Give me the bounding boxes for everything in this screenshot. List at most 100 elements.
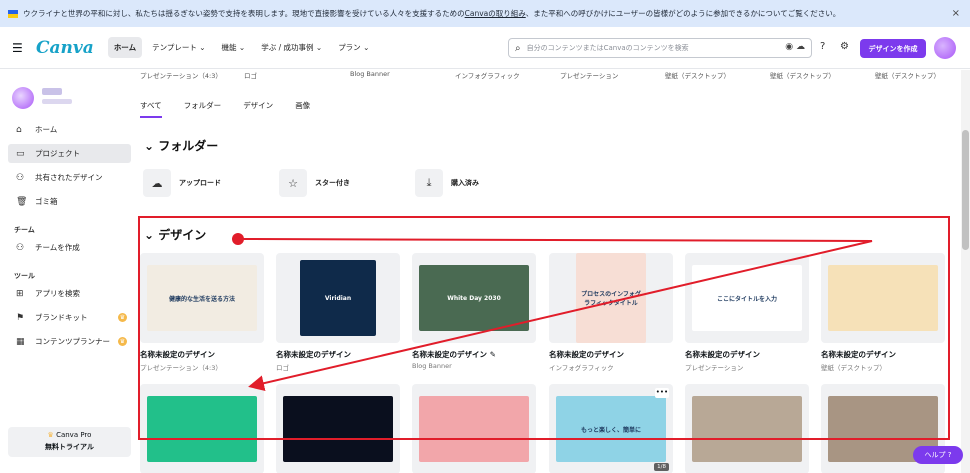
filter-tabs: すべて フォルダー デザイン 画像 [140, 100, 332, 118]
designs-heading[interactable]: ⌄ デザイン [144, 226, 206, 243]
crown-icon: ♛ [118, 337, 127, 346]
page-count-badge: 1/8 [654, 463, 669, 471]
design-thumbnail[interactable]: プロセスのインフォグラフィックタイトル [549, 253, 673, 343]
design-title[interactable]: 名称未設定のデザイン [685, 349, 809, 360]
avatar[interactable] [934, 37, 956, 59]
sidebar-item-label: ホーム [35, 125, 58, 134]
pro-line2: 無料トライアル [45, 443, 94, 451]
tab-images[interactable]: 画像 [295, 100, 310, 118]
design-thumbnail[interactable] [276, 384, 400, 473]
apps-icon: ⊞ [16, 288, 24, 299]
help-icon[interactable]: ? [820, 41, 825, 52]
sidebar-item-create-team[interactable]: ⚇ チームを作成 [8, 238, 131, 257]
design-thumbnail[interactable]: White Day 2030 [412, 253, 536, 343]
design-card[interactable]: 名称未設定のデザイン 壁紙（デスクトップ） [821, 253, 945, 372]
design-title[interactable]: 名称未設定のデザイン [140, 349, 264, 360]
design-card[interactable]: 健康的な生活を送る方法 名称未設定のデザイン プレゼンテーション（4:3） [140, 253, 264, 372]
design-thumbnail[interactable]: 健康的な生活を送る方法 [140, 253, 264, 343]
create-design-button[interactable]: デザインを作成 [860, 39, 926, 58]
design-title[interactable]: 名称未設定のデザイン ✎ [412, 349, 536, 360]
design-card[interactable]: Viridian 名称未設定のデザイン ロゴ [276, 253, 400, 372]
canva-logo[interactable]: Canva [36, 38, 94, 58]
main-nav: ホーム テンプレート ⌄ 機能 ⌄ 学ぶ / 成功事例 ⌄ プラン ⌄ [107, 37, 380, 58]
tab-all[interactable]: すべて [140, 100, 162, 118]
design-thumbnail[interactable] [140, 384, 264, 473]
nav-templates[interactable]: テンプレート ⌄ [146, 37, 211, 58]
design-thumbnail[interactable]: ここにタイトルを入力 [685, 253, 809, 343]
sidebar-item-content-planner[interactable]: ▦ コンテンツプランナー ♛ [8, 332, 131, 351]
sidebar: ⌂ ホーム ▭ プロジェクト ⚇ 共有されたデザイン 🗑 ゴミ箱 チーム ⚇ チ… [0, 70, 138, 473]
design-thumbnail[interactable]: もっと楽しく、簡単に ••• 1/8 [549, 384, 673, 473]
close-icon[interactable]: × [952, 8, 960, 19]
canva-pro-trial[interactable]: ♛ Canva Pro 無料トライアル [8, 427, 131, 457]
cloud-upload-icon: ☁ [143, 169, 171, 197]
sidebar-item-label: ゴミ箱 [35, 197, 58, 206]
gear-icon[interactable]: ⚙ [840, 41, 849, 52]
menu-icon[interactable]: ☰ [12, 41, 26, 55]
design-card[interactable]: プロセスのインフォグラフィックタイトル 名称未設定のデザイン インフォグラフィック [549, 253, 673, 372]
search-input[interactable]: ⌕ 自分のコンテンツまたはCanvaのコンテンツを検索 ◉ ☁ [508, 38, 812, 58]
tab-folders[interactable]: フォルダー [184, 100, 222, 118]
design-thumbnail[interactable] [821, 253, 945, 343]
arrow-start-dot [232, 233, 244, 245]
search-icon: ⌕ [515, 42, 521, 54]
design-preview: ここにタイトルを入力 [692, 265, 802, 331]
user-plan-blurred [42, 99, 72, 104]
design-card[interactable]: もっと楽しく、簡単に ••• 1/8 [549, 384, 673, 473]
folder-starred[interactable]: ☆ スター付き [279, 168, 403, 198]
design-title[interactable]: 名称未設定のデザイン [549, 349, 673, 360]
calendar-icon: ▦ [16, 336, 25, 347]
folder-icon: ▭ [16, 148, 25, 159]
more-options-icon[interactable]: ••• [655, 388, 669, 398]
folders-title: フォルダー [158, 139, 219, 153]
nav-learn[interactable]: 学ぶ / 成功事例 ⌄ [255, 37, 328, 58]
design-title[interactable]: 名称未設定のデザイン [821, 349, 945, 360]
search-placeholder: 自分のコンテンツまたはCanvaのコンテンツを検索 [526, 44, 689, 52]
sidebar-item-label: ブランドキット [35, 313, 88, 322]
design-preview [692, 396, 802, 462]
design-thumbnail[interactable] [685, 384, 809, 473]
nav-plans[interactable]: プラン ⌄ [332, 37, 375, 58]
designs-title: デザイン [158, 228, 207, 242]
design-preview [828, 265, 938, 331]
scroll-thumb[interactable] [962, 130, 969, 250]
user-avatar[interactable] [12, 87, 34, 109]
sidebar-item-home[interactable]: ⌂ ホーム [8, 120, 131, 139]
folders-heading[interactable]: ⌄ フォルダー [144, 137, 218, 154]
crown-icon: ♛ [47, 431, 54, 439]
banner-link[interactable]: Canvaの取り組み [465, 8, 526, 19]
tab-designs[interactable]: デザイン [243, 100, 273, 118]
sidebar-item-projects[interactable]: ▭ プロジェクト [8, 144, 131, 163]
folder-purchased[interactable]: ⤓ 購入済み [415, 168, 539, 198]
design-thumbnail[interactable] [412, 384, 536, 473]
design-card[interactable]: ここにタイトルを入力 名称未設定のデザイン プレゼンテーション [685, 253, 809, 372]
card-sub: Blog Banner [350, 70, 390, 78]
brand-icon: ⚑ [16, 312, 25, 323]
design-card[interactable]: White Day 2030 名称未設定のデザイン ✎ Blog Banner [412, 253, 536, 370]
camera-upload-icons[interactable]: ◉ ☁ [785, 42, 805, 52]
pro-title: ♛ Canva Pro [8, 431, 131, 439]
sidebar-item-trash[interactable]: 🗑 ゴミ箱 [8, 192, 131, 211]
design-card[interactable] [276, 384, 400, 473]
help-button[interactable]: ヘルプ ? [913, 446, 963, 464]
team-icon: ⚇ [16, 242, 25, 253]
sidebar-item-brand-kit[interactable]: ⚑ ブランドキット ♛ [8, 308, 131, 327]
nav-home[interactable]: ホーム [107, 37, 143, 58]
design-thumbnail[interactable]: Viridian [276, 253, 400, 343]
sidebar-item-apps[interactable]: ⊞ アプリを検索 [8, 284, 131, 303]
folder-uploads[interactable]: ☁ アップロード [143, 168, 267, 198]
banner-text-after: 、また平和への呼びかけにユーザーの皆様がどのように参加できるかについてご覧くださ… [525, 9, 841, 18]
sidebar-section-team: チーム [14, 226, 35, 234]
nav-features[interactable]: 機能 ⌄ [216, 37, 252, 58]
design-card[interactable] [685, 384, 809, 473]
design-preview: White Day 2030 [419, 265, 529, 331]
design-title[interactable]: 名称未設定のデザイン [276, 349, 400, 360]
sidebar-item-shared[interactable]: ⚇ 共有されたデザイン [8, 168, 131, 187]
design-card[interactable] [412, 384, 536, 473]
card-sub: 壁紙（デスクトップ） [665, 72, 730, 80]
sidebar-item-label: コンテンツプランナー [35, 337, 110, 346]
card-sub: 壁紙（デスクトップ） [875, 72, 940, 80]
scrollbar[interactable] [961, 70, 970, 473]
design-preview [283, 396, 393, 462]
design-card[interactable] [140, 384, 264, 473]
